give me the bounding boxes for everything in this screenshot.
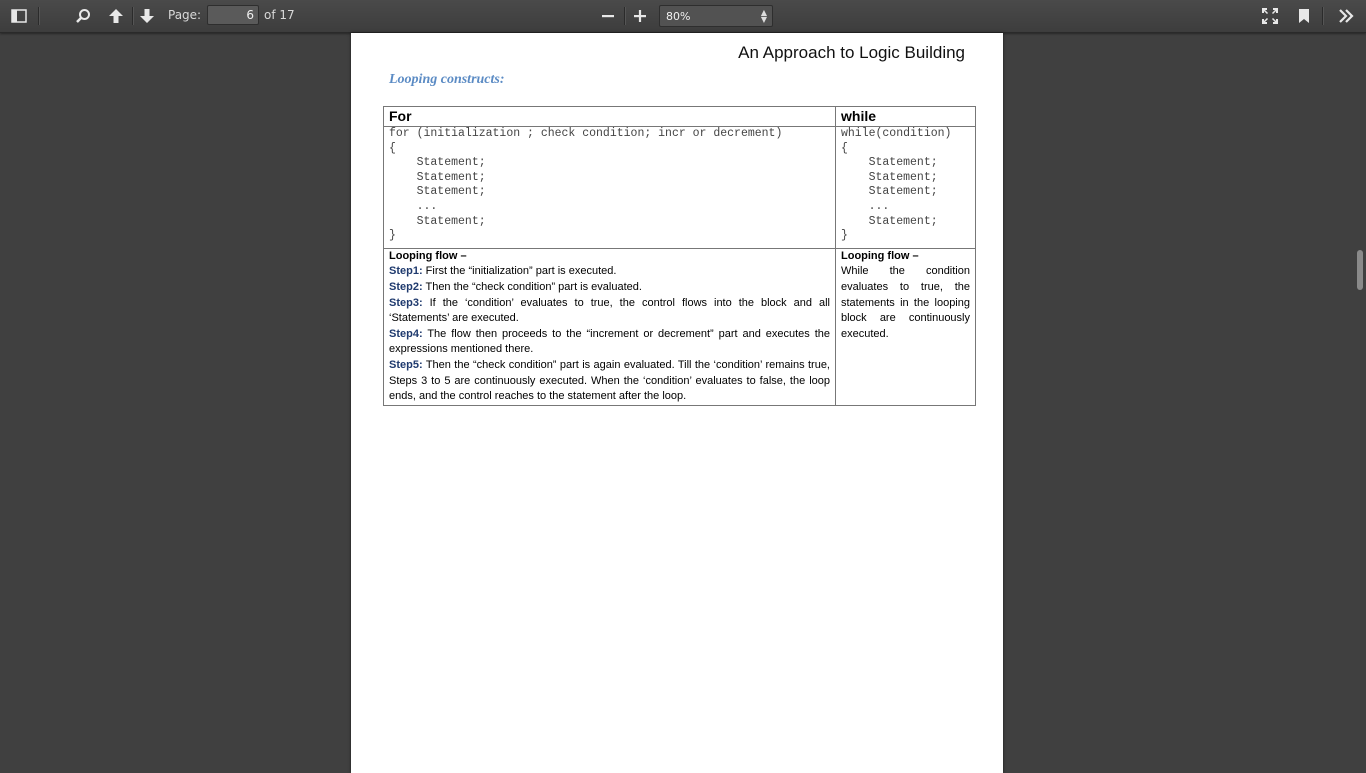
select-arrows-icon: ▲ ▼ [760,8,767,24]
step-label: Step3: [389,296,423,309]
for-flow-title: Looping flow – [389,249,467,262]
previous-page-icon[interactable] [103,4,129,28]
document-header: An Approach to Logic Building [738,43,965,62]
toolbar-separator [624,7,625,25]
table-header-row: For while [383,106,976,127]
step-label: Step5: [389,358,423,371]
while-flow-text: While the condition evaluates to true, t… [841,265,970,340]
search-icon[interactable] [70,4,96,28]
step-label: Step1: [389,265,423,278]
table-row-flow: Looping flow – Step1: First the “initial… [383,247,976,406]
toolbar-separator [132,7,133,25]
for-code: for (initialization ; check condition; i… [389,127,783,243]
step-text: Then the “check condition” part is evalu… [422,280,642,293]
step-text: First the “initialization” part is execu… [422,265,617,278]
zoom-select[interactable]: 80% ▲ ▼ [659,5,773,27]
flow-step: Step4: The flow then proceeds to the “in… [389,327,830,358]
step-label: Step2: [389,280,423,293]
zoom-out-icon[interactable] [595,4,621,28]
pdf-toolbar: Page: of 17 80% ▲▼ [0,0,1366,33]
page-number-input[interactable] [207,5,259,25]
tools-icon[interactable] [1333,4,1359,28]
presentation-mode-icon[interactable] [1257,4,1283,28]
flow-step: Step1: First the “initialization” part i… [389,264,830,280]
for-column-header: For [383,106,836,127]
flow-step: Step5: Then the “check condition” part i… [389,358,830,405]
while-code-cell: while(condition) { Statement; Statement;… [835,126,976,249]
page-total: of 17 [264,8,295,22]
step-label: Step4: [389,327,423,340]
bookmark-icon[interactable] [1291,4,1317,28]
step-text: If the ‘condition’ evaluates to true, th… [389,296,830,325]
sidebar-toggle-icon[interactable] [6,4,32,28]
table-row-code: for (initialization ; check condition; i… [383,126,976,249]
section-title: Looping constructs: [389,72,505,87]
next-page-icon[interactable] [134,4,160,28]
while-flow-title: Looping flow – [841,249,919,262]
for-code-cell: for (initialization ; check condition; i… [383,126,836,249]
for-flow-cell: Looping flow – Step1: First the “initial… [383,247,836,406]
page-label: Page: [168,8,202,22]
zoom-value: 80% [666,10,691,23]
while-flow-cell: Looping flow – While the condition evalu… [835,247,976,406]
while-column-header: while [835,106,976,127]
pdf-page: An Approach to Logic Building Looping co… [351,33,1003,773]
toolbar-separator [1322,7,1323,25]
toolbar-separator [38,7,39,25]
step-text: The flow then proceeds to the “increment… [389,327,830,356]
looping-constructs-table: For while for (initialization ; check co… [383,106,976,406]
flow-step: Step2: Then the “check condition” part i… [389,280,830,296]
vertical-scrollbar-thumb[interactable] [1357,250,1363,290]
step-text: Then the “check condition” part is again… [389,358,830,403]
zoom-in-icon[interactable] [627,4,653,28]
while-code: while(condition) { Statement; Statement;… [841,127,952,243]
flow-step: Step3: If the ‘condition’ evaluates to t… [389,296,830,327]
